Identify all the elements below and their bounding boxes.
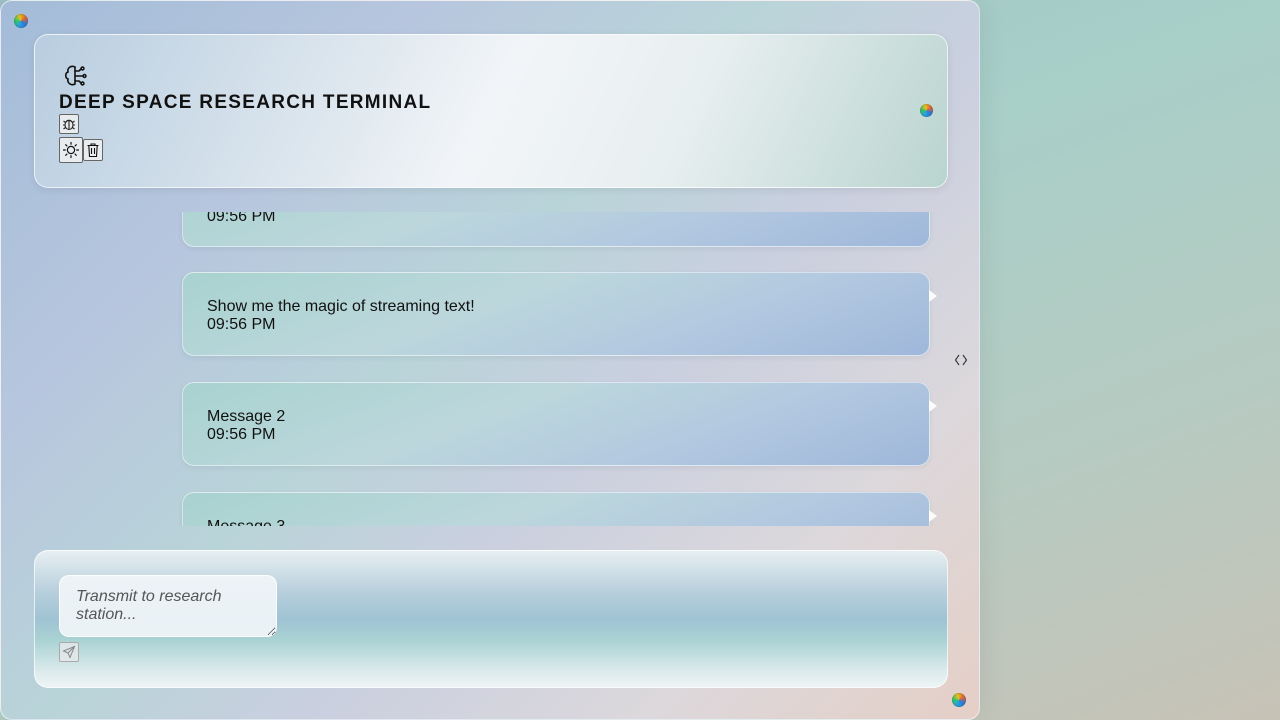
header-panel: DEEP SPACE RESEARCH TERMINAL	[34, 34, 948, 188]
message-bubble: Message 3	[182, 492, 937, 526]
connection-orb	[920, 104, 933, 117]
message-input[interactable]	[59, 575, 277, 637]
message-text: Message 2	[207, 408, 286, 425]
sun-icon	[62, 141, 80, 159]
composer-panel	[34, 550, 948, 688]
bug-icon	[63, 119, 75, 131]
bubble-tail	[929, 290, 937, 302]
code-icon	[954, 354, 968, 366]
message-text: Show me the magic of streaming text!	[207, 298, 475, 315]
brain-icon	[64, 65, 87, 86]
status-orb-bottom	[952, 693, 966, 707]
message-bubble: Show me the magic of streaming text! 09:…	[182, 272, 937, 356]
debug-button[interactable]	[59, 114, 79, 134]
message-time: 09:56 PM	[207, 316, 276, 333]
bubble-tail	[929, 400, 937, 412]
status-orb-top	[14, 14, 28, 28]
theme-toggle-button[interactable]	[59, 137, 83, 163]
message-time: 09:56 PM	[207, 426, 276, 443]
trash-icon	[87, 143, 99, 158]
message-text: Message 3	[207, 518, 285, 526]
send-button[interactable]	[59, 642, 79, 662]
message-list: 09:56 PM Show me the magic of streaming …	[1, 212, 979, 526]
page-title: DEEP SPACE RESEARCH TERMINAL	[59, 92, 432, 113]
message-bubble: 09:56 PM	[182, 212, 930, 247]
message-bubble: Message 2 09:56 PM	[182, 382, 937, 466]
clear-chat-button[interactable]	[83, 139, 103, 161]
message-time: 09:56 PM	[207, 212, 276, 225]
send-icon	[62, 645, 76, 659]
bubble-tail	[929, 510, 937, 522]
code-view-button[interactable]	[953, 352, 969, 368]
app-window: DEEP SPACE RESEARCH TERMINAL 09:56 PM Sh…	[0, 0, 980, 720]
